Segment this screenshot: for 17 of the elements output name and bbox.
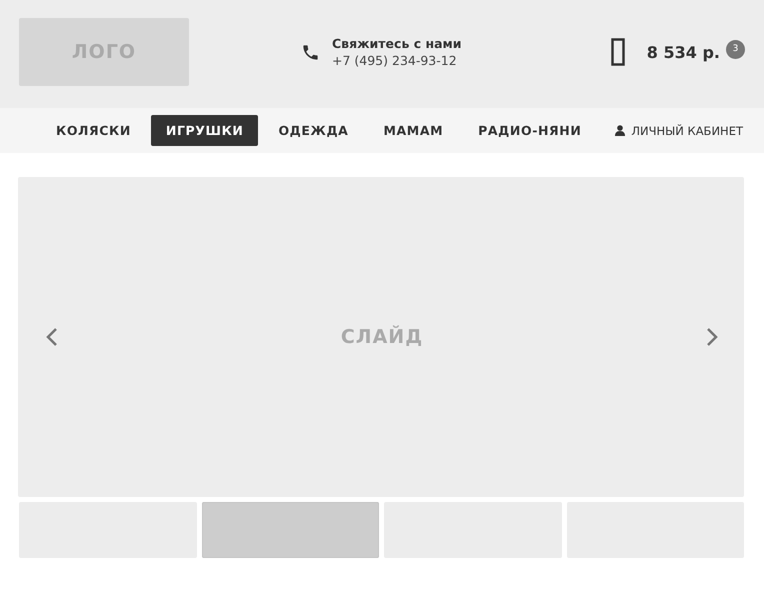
- slide-thumbnail[interactable]: [202, 502, 379, 558]
- cart-count-badge: 3: [726, 40, 745, 58]
- user-icon: [615, 125, 626, 136]
- rectangle-icon[interactable]: [610, 38, 625, 66]
- nav-tab[interactable]: ОДЕЖДА: [263, 115, 364, 146]
- nav-tab[interactable]: КОЛЯСКИ: [41, 115, 146, 146]
- nav-tab[interactable]: ИГРУШКИ: [150, 115, 258, 146]
- nav-tab[interactable]: МАМАМ: [368, 115, 458, 146]
- contact-title: Свяжитесь с нами: [332, 36, 462, 51]
- phone-icon: [301, 42, 320, 62]
- slide-label: СЛАЙД: [340, 326, 424, 348]
- chevron-right-icon[interactable]: [706, 327, 718, 347]
- phone-number[interactable]: +7 (495) 234-93-12: [332, 53, 462, 68]
- nav-tab[interactable]: РАДИО-НЯНИ: [463, 115, 596, 146]
- chevron-left-icon[interactable]: [46, 327, 58, 347]
- cart-total[interactable]: 8 534 р.: [646, 42, 720, 62]
- account-link[interactable]: ЛИЧНЫЙ КАБИНЕТ: [631, 124, 743, 138]
